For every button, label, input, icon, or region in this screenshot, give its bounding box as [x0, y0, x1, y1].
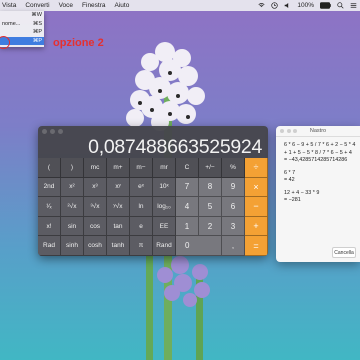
tape-line: 6 * 7 [284, 169, 296, 176]
tape-content: 6 * 6 − 9 + 5 / 7 * 6 + 2 − 5 * 4 + 1 + 5… [284, 142, 355, 205]
dropdown-item-close[interactable]: ⌘W [0, 11, 44, 20]
calc-key[interactable]: x³ [84, 177, 107, 198]
calculator-keypad: () mc m+ m− mr C +/−% ÷ 2nd x² x³ xʸ eˣ 10ˣ 7 8 9 × ¹⁄ₓ ²√x… [38, 158, 268, 256]
calc-key[interactable]: ) [61, 158, 84, 178]
calc-key[interactable]: ( [38, 158, 61, 178]
calc-key[interactable]: cos [84, 216, 107, 237]
dropdown-item-save-as[interactable]: nome... ⌘S [0, 20, 44, 29]
zoom-button[interactable] [58, 129, 63, 134]
calc-key[interactable]: e [130, 216, 153, 237]
dropdown-item-label: nome... [2, 20, 21, 27]
calc-key[interactable]: m− [130, 158, 153, 178]
tape-line: = 42 [284, 177, 295, 183]
tape-line: 6 * 6 − 9 + 5 / 7 * 6 + 2 − 5 * 4 [284, 142, 356, 148]
shortcut-label: ⌘W [31, 12, 42, 18]
calc-key[interactable]: ÷ [245, 158, 268, 178]
tape-line: 12 + 4 − 33 * 9 [284, 189, 320, 196]
calc-key[interactable]: m+ [107, 158, 130, 178]
calculator-display: 0,087488663525924 [88, 136, 262, 158]
calc-key[interactable]: EE [153, 216, 176, 237]
menu-aiuto[interactable]: Aiuto [115, 2, 130, 9]
calc-key[interactable]: tan [107, 216, 130, 237]
calc-key[interactable]: ¹⁄ₓ [38, 197, 61, 217]
calc-key[interactable]: mr [153, 158, 176, 178]
calc-key[interactable]: × [245, 177, 268, 198]
title-divider [276, 136, 360, 137]
calc-key[interactable]: +/− [199, 158, 222, 178]
wifi-icon[interactable] [258, 2, 265, 9]
calc-key[interactable]: 9 [222, 177, 245, 198]
tape-line: + 1 + 5 − 5 * 8 / 7 * 6 − 5 + 4 [284, 149, 352, 156]
calc-key[interactable]: 0 [176, 236, 222, 256]
calc-key[interactable]: tanh [107, 236, 130, 256]
calc-key[interactable]: 2nd [38, 177, 61, 198]
calc-key[interactable]: ²√x [61, 197, 84, 217]
calc-key[interactable]: sin [61, 216, 84, 237]
shortcut-label: ⌘P [32, 37, 42, 44]
calc-key[interactable]: sinh [61, 236, 84, 256]
calc-key[interactable]: x² [61, 177, 84, 198]
battery-icon[interactable] [320, 2, 331, 9]
clear-button[interactable]: Cancella [332, 247, 356, 258]
minimize-button[interactable] [50, 129, 55, 134]
calc-key[interactable]: 6 [222, 197, 245, 217]
calc-key[interactable]: + [245, 216, 268, 237]
calculator-window: 0,087488663525924 () mc m+ m− mr C +/−% ÷ 2nd x² x… [38, 126, 268, 256]
shortcut-label: ⌘S [32, 20, 42, 27]
calc-key[interactable]: ʸ√x [107, 197, 130, 217]
calc-key[interactable]: − [245, 197, 268, 217]
calc-key[interactable]: C [176, 158, 199, 178]
calc-key[interactable]: 10ˣ [153, 177, 176, 198]
calc-key[interactable]: 3 [222, 216, 245, 237]
calc-key[interactable]: 4 [176, 197, 199, 217]
calc-key[interactable]: Rad [38, 236, 61, 256]
tape-window: Nastro 6 * 6 − 9 + 5 / 7 * 6 + 2 − 5 * 4… [276, 126, 360, 262]
calc-key[interactable]: eˣ [130, 177, 153, 198]
calc-key[interactable]: xʸ [107, 177, 130, 198]
calc-key[interactable]: , [222, 236, 245, 256]
status-area: 100% [258, 0, 357, 11]
tape-title: Nastro [309, 128, 327, 134]
shortcut-label: ⌘P [32, 29, 42, 35]
annotation-label: opzione 2 [53, 37, 104, 49]
calc-key[interactable]: cosh [84, 236, 107, 256]
calc-key[interactable]: 8 [199, 177, 222, 198]
calc-key[interactable]: % [222, 158, 245, 178]
calc-key[interactable]: ³√x [84, 197, 107, 217]
calc-key[interactable]: 2 [199, 216, 222, 237]
menu-finestra[interactable]: Finestra [82, 2, 105, 9]
search-icon[interactable] [337, 2, 344, 9]
close-button[interactable] [42, 129, 47, 134]
menu-converti[interactable]: Converti [25, 2, 49, 9]
window-controls [42, 129, 63, 134]
calc-key[interactable]: π [130, 236, 153, 256]
calc-key[interactable]: 5 [199, 197, 222, 217]
clock-icon[interactable] [271, 2, 279, 9]
calc-key[interactable]: log₁₀ [153, 197, 176, 217]
tape-line: = −43,4285714285714286 [284, 157, 348, 163]
calc-key[interactable]: 1 [176, 216, 199, 237]
menu-list-icon[interactable] [350, 2, 357, 9]
menu-bar: Vista Converti Voce Finestra Aiuto 100% [0, 0, 360, 11]
menu-voce[interactable]: Voce [59, 2, 73, 9]
tape-line: = −281 [284, 197, 301, 203]
volume-icon[interactable] [284, 2, 291, 9]
calc-key[interactable]: = [245, 236, 268, 256]
dropdown-item-print-setup[interactable]: ⌘P [0, 28, 44, 37]
calc-key[interactable]: ln [130, 197, 153, 217]
calc-key[interactable]: mc [84, 158, 107, 178]
menu-vista[interactable]: Vista [2, 2, 16, 9]
calc-key[interactable]: 7 [176, 177, 199, 198]
battery-percent: 100% [297, 2, 314, 9]
calc-key[interactable]: Rand [153, 236, 176, 256]
calc-key[interactable]: x! [38, 216, 61, 237]
